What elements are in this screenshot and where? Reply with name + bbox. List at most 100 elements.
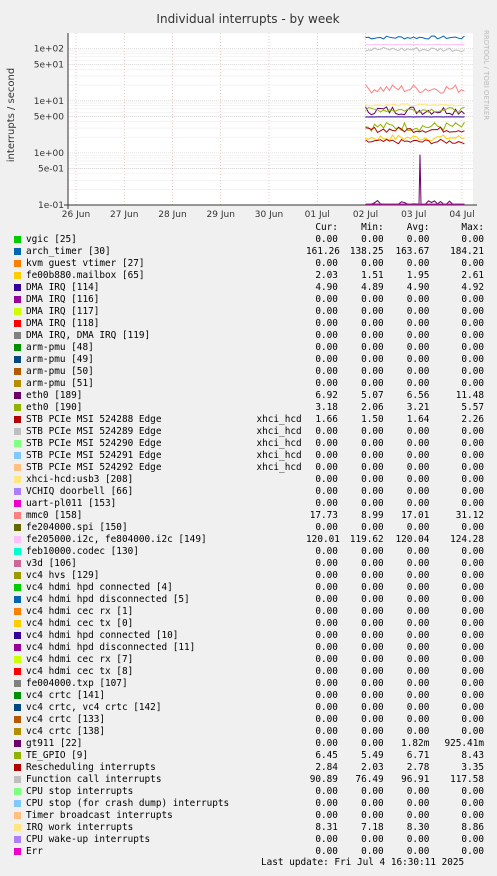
legend-series-name: TE_GPIO [9]: [26, 750, 89, 761]
legend-series-name: vc4 hdmi cec tx [8]: [26, 666, 134, 677]
legend-row: arm-pmu [48] 0.00 0.00 0.00 0.00: [14, 342, 484, 354]
legend-min: 0.00: [361, 306, 384, 317]
legend-min: 0.00: [361, 690, 384, 701]
legend-swatch: [14, 716, 21, 723]
legend-avg: 163.67: [395, 246, 430, 257]
legend-cur: 0.00: [315, 570, 338, 581]
legend-swatch: [14, 284, 21, 291]
legend-min: 0.00: [361, 258, 384, 269]
legend-device: [256, 366, 306, 378]
legend-row: vc4 hdmi cec tx [8] 0.00 0.00 0.00 0.00: [14, 666, 484, 678]
legend-row: eth0 [189] 6.92 5.07 6.56 11.48: [14, 390, 484, 402]
legend-cur: 0.00: [315, 606, 338, 617]
legend-avg: 0.00: [406, 618, 430, 629]
legend-min: 0.00: [361, 354, 384, 365]
legend-cur: 0.00: [315, 642, 338, 653]
legend-min: 4.89: [361, 282, 384, 293]
legend-avg: 0.00: [406, 462, 430, 473]
legend-device: [256, 534, 306, 546]
legend-min: 0.00: [361, 726, 384, 737]
legend-cur: 2.84: [315, 762, 338, 773]
legend-min: 0.00: [361, 294, 384, 305]
legend-cur: 8.31: [315, 822, 338, 833]
legend-row: Rescheduling interrupts 2.84 2.03 2.78 3.35: [14, 762, 484, 774]
legend-device: xhci_hcd: [256, 450, 302, 461]
legend-device: [256, 834, 306, 846]
legend-swatch: [14, 752, 21, 759]
legend-avg: 2.78: [406, 762, 430, 773]
legend-max: 0.00: [461, 234, 484, 245]
legend-avg: 3.21: [406, 402, 430, 413]
legend-series-name: vc4 hdmi cec rx [7]: [26, 654, 134, 665]
legend-cur: 0.00: [315, 294, 338, 305]
legend-series-name: IRQ work interrupts: [26, 822, 134, 833]
legend-device: [256, 702, 306, 714]
legend-avg: 1.95: [406, 270, 430, 281]
y-axis-label: interrupts / second: [6, 68, 17, 162]
legend-cur: 1.66: [315, 414, 338, 425]
legend-avg: 0.00: [406, 258, 430, 269]
header-avg: Avg:: [406, 222, 430, 233]
legend-series-name: STB PCIe MSI 524288 Edge: [26, 414, 162, 425]
legend-device: xhci_hcd: [256, 438, 302, 449]
legend-min: 0.00: [361, 486, 384, 497]
legend-max: 0.00: [461, 330, 484, 341]
legend-device: [256, 486, 306, 498]
legend-min: 0.00: [361, 594, 384, 605]
legend-cur: 0.00: [315, 366, 338, 377]
legend-swatch: [14, 320, 21, 327]
legend-cur: 0.00: [315, 438, 338, 449]
legend-series-name: DMA IRQ, DMA IRQ [119]: [26, 330, 151, 341]
legend-swatch: [14, 572, 21, 579]
legend-min: 0.00: [361, 678, 384, 689]
legend-cur: 0.00: [315, 654, 338, 665]
legend-swatch: [14, 836, 21, 843]
legend-device: [256, 498, 306, 510]
legend-cur: 0.00: [315, 318, 338, 329]
y-tick-label: 1e+02: [34, 45, 64, 55]
legend-max: 2.26: [461, 414, 484, 425]
legend-avg: 0.00: [406, 582, 430, 593]
legend-row: CPU wake-up interrupts 0.00 0.00 0.00 0.00: [14, 834, 484, 846]
legend-avg: 0.00: [406, 378, 430, 389]
legend-device: [256, 282, 306, 294]
legend-series-name: mmc0 [158]: [26, 510, 83, 521]
legend-avg: 1.64: [406, 414, 430, 425]
legend-cur: 0.00: [315, 474, 338, 485]
legend-series-name: vc4 crtc [133]: [26, 714, 106, 725]
legend-device: [256, 522, 306, 534]
legend-max: 0.00: [461, 306, 484, 317]
legend-max: 0.00: [461, 678, 484, 689]
legend-row: vc4 hdmi cec tx [0] 0.00 0.00 0.00 0.00: [14, 618, 484, 630]
legend: Cur: Min: Avg: Max: vgic [25] 0.00 0.00 0.0…: [14, 222, 484, 858]
legend-max: 0.00: [461, 558, 484, 569]
legend-series-name: vc4 crtc, vc4 crtc [142]: [26, 702, 162, 713]
legend-row: eth0 [190] 3.18 2.06 3.21 5.57: [14, 402, 484, 414]
legend-device: [256, 618, 306, 630]
legend-max: 0.00: [461, 786, 484, 797]
legend-swatch: [14, 404, 21, 411]
legend-avg: 0.00: [406, 690, 430, 701]
legend-swatch: [14, 512, 21, 519]
y-tick-label: 5e+00: [34, 112, 65, 122]
legend-max: 0.00: [461, 438, 484, 449]
legend-avg: 0.00: [406, 702, 430, 713]
legend-series-name: vc4 hdmi hpd disconnected [5]: [26, 594, 190, 605]
legend-device: [256, 786, 306, 798]
legend-series-name: STB PCIe MSI 524292 Edge: [26, 462, 162, 473]
legend-max: 0.00: [461, 834, 484, 845]
legend-device: [256, 606, 306, 618]
legend-device: [256, 546, 306, 558]
legend-max: 117.58: [450, 774, 484, 785]
legend-min: 5.07: [361, 390, 384, 401]
legend-max: 0.00: [461, 294, 484, 305]
legend-row: vc4 hdmi cec rx [1] 0.00 0.00 0.00 0.00: [14, 606, 484, 618]
legend-max: 0.00: [461, 354, 484, 365]
legend-min: 1.50: [361, 414, 384, 425]
legend-min: 0.00: [361, 378, 384, 389]
legend-swatch: [14, 332, 21, 339]
legend-avg: 0.00: [406, 798, 430, 809]
legend-row: vc4 hdmi cec rx [7] 0.00 0.00 0.00 0.00: [14, 654, 484, 666]
legend-device: [256, 510, 306, 522]
y-tick-label: 5e-01: [38, 165, 64, 175]
